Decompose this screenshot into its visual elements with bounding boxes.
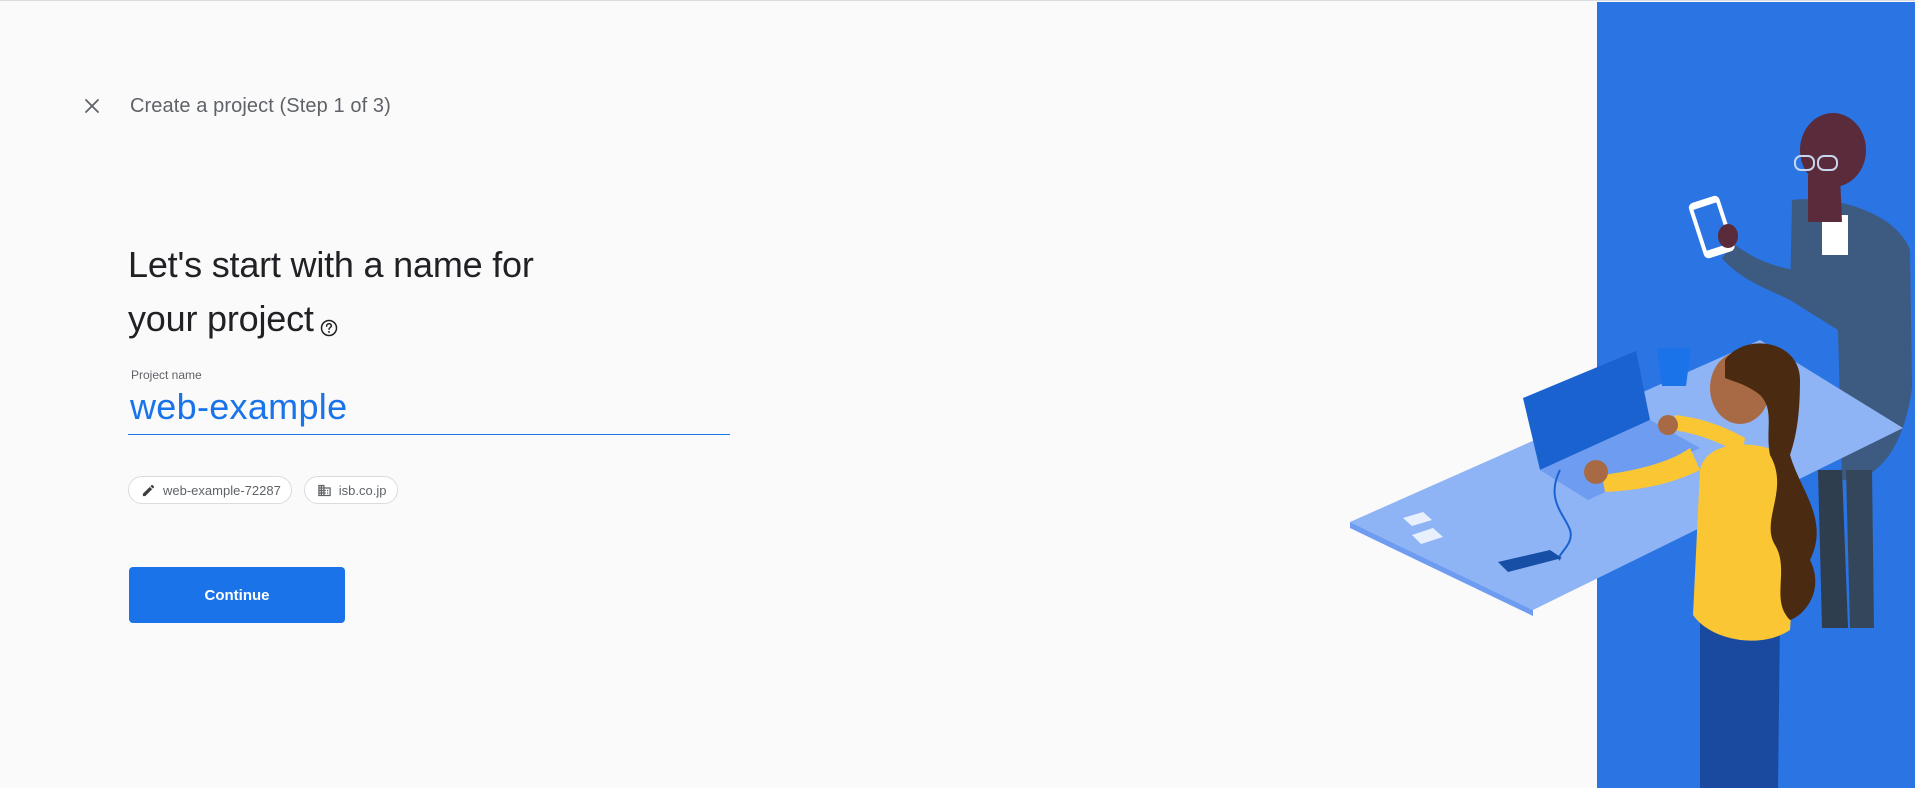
- headline-line-2: your project: [128, 292, 688, 352]
- organization-chip-label: isb.co.jp: [338, 482, 387, 498]
- hero-illustration: [1350, 2, 1915, 788]
- close-button[interactable]: [78, 92, 106, 120]
- help-circle-icon[interactable]: [320, 298, 338, 352]
- pencil-icon: [142, 484, 155, 496]
- close-icon: [85, 99, 99, 113]
- step-title: Create a project (Step 1 of 3): [130, 94, 391, 117]
- headline-line-2-text: your project: [128, 298, 314, 339]
- project-id-chip[interactable]: web-example-72287: [128, 476, 292, 504]
- project-name-input[interactable]: [128, 386, 730, 435]
- project-name-field: Project name: [128, 368, 730, 435]
- project-id-chip-label: web-example-72287: [163, 482, 281, 498]
- project-chips: web-example-72287 isb.co.jp: [128, 476, 398, 504]
- organization-icon: [318, 484, 331, 496]
- page-header: Create a project (Step 1 of 3): [78, 92, 391, 120]
- page-headline: Let's start with a name for your project: [128, 238, 688, 352]
- organization-chip[interactable]: isb.co.jp: [303, 476, 398, 504]
- continue-button[interactable]: Continue: [129, 567, 345, 623]
- headline-line-1: Let's start with a name for: [128, 244, 534, 285]
- project-name-label: Project name: [131, 368, 202, 382]
